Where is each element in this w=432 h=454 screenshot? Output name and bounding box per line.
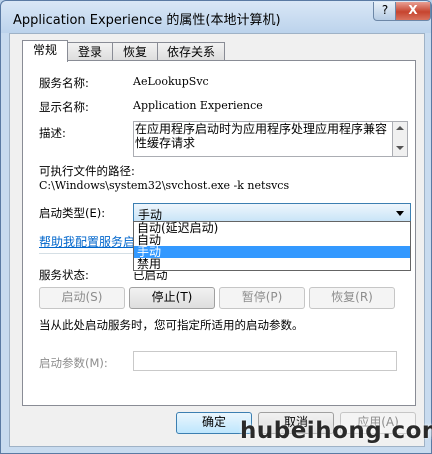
exe-path-value: C:\Windows\system32\svchost.exe -k netsv… — [39, 179, 290, 192]
window-title: Application Experience 的属性(本地计算机) — [13, 13, 281, 28]
startup-type-dropdown: 自动(延迟启动) 自动 手动 禁用 — [133, 221, 411, 271]
status-label: 服务状态: — [39, 268, 89, 282]
tab-logon[interactable]: 登录 — [67, 42, 113, 61]
service-name-label: 服务名称: — [39, 76, 89, 90]
startup-option-disabled[interactable]: 禁用 — [134, 258, 410, 270]
stop-button[interactable]: 停止(T) — [129, 287, 215, 309]
scroll-down-icon[interactable] — [396, 146, 404, 150]
general-panel: 服务名称: AeLookupSvc 显示名称: Application Expe… — [22, 60, 416, 406]
tab-recovery[interactable]: 恢复 — [112, 42, 158, 61]
dialog-client: 常规 登录 恢复 依存关系 服务名称: AeLookupSvc 显示名称: Ap… — [9, 33, 425, 447]
startup-option-manual[interactable]: 手动 — [134, 246, 410, 258]
startup-type-select[interactable]: 手动 — [133, 203, 411, 223]
close-button[interactable]: X — [395, 2, 431, 21]
start-params-note: 当从此处启动服务时，您可指定所适用的启动参数。 — [39, 318, 304, 332]
pause-button[interactable]: 暂停(P) — [219, 287, 305, 309]
startup-option-auto[interactable]: 自动 — [134, 234, 410, 246]
tab-general[interactable]: 常规 — [22, 40, 68, 62]
display-name-value: Application Experience — [133, 99, 263, 112]
description-label: 描述: — [39, 126, 66, 140]
start-button[interactable]: 启动(S) — [39, 287, 125, 309]
exe-path-label: 可执行文件的路径: — [39, 164, 135, 178]
title-bar[interactable]: Application Experience 的属性(本地计算机) ? X — [1, 1, 431, 33]
description-scrollbar[interactable] — [393, 121, 408, 157]
description-textbox[interactable]: 在应用程序启动时为应用程序处理应用程序兼容性缓存请求 — [133, 121, 393, 157]
help-button[interactable]: ? — [373, 2, 397, 21]
display-name-label: 显示名称: — [39, 100, 89, 114]
startup-option-auto-delayed[interactable]: 自动(延迟启动) — [134, 222, 410, 234]
params-input[interactable] — [133, 351, 397, 371]
scroll-up-icon[interactable] — [396, 126, 404, 130]
params-label: 启动参数(M): — [39, 356, 108, 370]
help-configure-link[interactable]: 帮助我配置服务启 — [39, 233, 135, 250]
resume-button[interactable]: 恢复(R) — [309, 287, 395, 309]
service-name-value: AeLookupSvc — [133, 75, 209, 88]
watermark-text: hubeihong.com — [240, 418, 432, 444]
tab-dependencies[interactable]: 依存关系 — [157, 42, 225, 61]
startup-type-label: 启动类型(E): — [39, 206, 106, 220]
properties-window: Application Experience 的属性(本地计算机) ? X 常规… — [0, 0, 432, 454]
chevron-down-icon — [396, 211, 404, 216]
